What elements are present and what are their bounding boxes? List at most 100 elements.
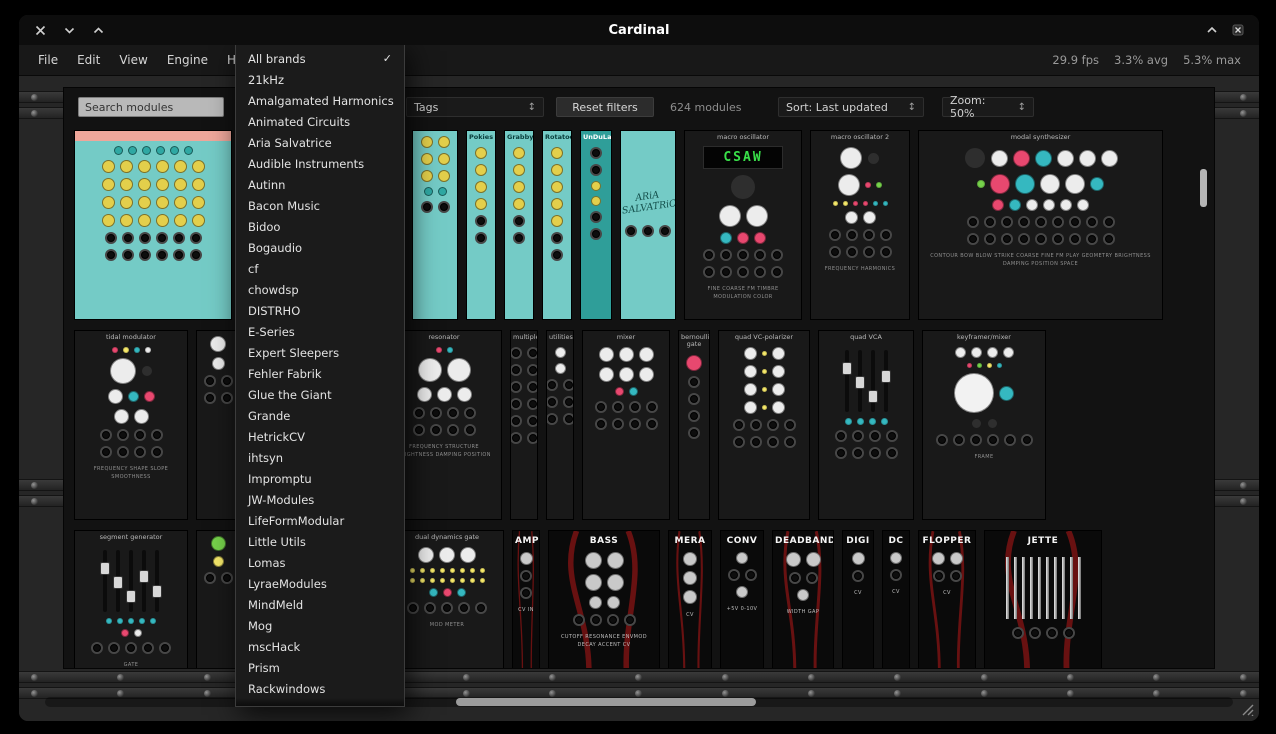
brand-menu-item[interactable]: All brands✓ [236, 48, 404, 69]
window-controls-left [33, 15, 105, 45]
jack-icon [553, 251, 561, 259]
brand-menu-item[interactable]: Autinn [236, 174, 404, 195]
brand-menu-item[interactable]: 21kHz [236, 69, 404, 90]
module-bernoulli-gate[interactable]: bernoulli gate [678, 330, 710, 520]
brand-menu-item[interactable]: Aria Salvatrice [236, 132, 404, 153]
chevron-up-icon[interactable] [91, 23, 105, 37]
screw-icon [1240, 498, 1247, 505]
module-grabby[interactable]: Grabby [504, 130, 534, 320]
brand-menu-item[interactable]: Glue the Giant [236, 384, 404, 405]
module-tidal-modulator[interactable]: tidal modulatorFREQUENCY SHAPE SLOPE SMO… [74, 330, 188, 520]
module-amp[interactable]: AMPCV IN [512, 530, 540, 668]
knob-icon [457, 387, 472, 402]
jack-icon [592, 213, 600, 221]
brand-menu-item[interactable]: Expert Sleepers [236, 342, 404, 363]
jack-icon [102, 431, 110, 439]
brand-menu-item[interactable]: Amalgamated Harmonics [236, 90, 404, 111]
control-row [513, 398, 535, 410]
menu-edit[interactable]: Edit [77, 53, 100, 67]
module-conv[interactable]: CONV+5V 0-10V [720, 530, 764, 668]
brand-menu-item[interactable]: Rackwindows [236, 678, 404, 699]
brand-menu-item[interactable]: LifeFormModular [236, 510, 404, 531]
brand-menu-item[interactable]: Grande [236, 405, 404, 426]
brand-menu-item[interactable]: Bacon Music [236, 195, 404, 216]
brand-menu-item[interactable]: JW-Modules [236, 489, 404, 510]
module-jette[interactable]: JETTE [984, 530, 1102, 668]
reset-filters-button[interactable]: Reset filters [556, 97, 654, 117]
brand-menu-item[interactable]: Lomas [236, 552, 404, 573]
brand-menu-item[interactable]: Prism [236, 657, 404, 678]
module-segment-generator[interactable]: segment generatorGATE [74, 530, 188, 668]
module-utilities[interactable]: utilities [546, 330, 574, 520]
sort-select[interactable]: Sort: Last updated ↕ [778, 97, 924, 117]
module-flopper[interactable]: FLOPPERCV [918, 530, 976, 668]
module-quad-vc-polarizer[interactable]: quad VC-polarizer [718, 330, 810, 520]
module-panel[interactable]: ARiA SALVATRiCE [620, 130, 676, 320]
control-row [775, 589, 831, 601]
module-panel[interactable] [74, 130, 232, 320]
led-icon [470, 568, 475, 573]
module-title: macro oscillator 2 [811, 131, 909, 142]
brand-menu-item[interactable]: cf [236, 258, 404, 279]
module-dc[interactable]: DCCV [882, 530, 910, 668]
search-input[interactable] [78, 97, 224, 117]
brand-menu-item[interactable]: DISTRHO [236, 300, 404, 321]
module-rotatoes[interactable]: Rotatoes [542, 130, 572, 320]
keep-above-icon[interactable] [1205, 23, 1219, 37]
menu-engine[interactable]: Engine [167, 53, 208, 67]
menu-file[interactable]: File [38, 53, 58, 67]
brand-menu-item[interactable]: Little Utils [236, 531, 404, 552]
brand-menu-item[interactable]: Bidoo [236, 216, 404, 237]
module-deadband[interactable]: DEADBANDWIDTH GAP [772, 530, 834, 668]
brand-menu-item[interactable]: LyraeModules [236, 573, 404, 594]
brand-menu-item[interactable]: Impromptu [236, 468, 404, 489]
module-modal-synthesizer[interactable]: modal synthesizerCONTOUR BOW BLOW STRIKE… [918, 130, 1163, 320]
jack-icon [565, 381, 573, 389]
resize-grip[interactable] [1238, 700, 1254, 716]
horizontal-scrollbar-thumb[interactable] [456, 698, 756, 706]
module-panel[interactable] [412, 130, 458, 320]
knob-icon [174, 178, 187, 191]
control-row [415, 201, 455, 213]
zoom-select[interactable]: Zoom: 50% ↕ [942, 97, 1034, 117]
horizontal-scrollbar-track[interactable] [45, 697, 1233, 707]
module-panel[interactable] [196, 330, 240, 520]
tags-filter-select[interactable]: Tags ↕ [406, 97, 544, 117]
brand-menu-item[interactable]: ihtsyn [236, 447, 404, 468]
screw-icon [549, 690, 556, 697]
knob-icon [950, 552, 963, 565]
module-dual-dynamics-gate[interactable]: dual dynamics gateMOD METER [390, 530, 504, 668]
module-bass[interactable]: BASSCUTOFF RESONANCE ENVMOD DECAY ACCENT… [548, 530, 660, 668]
brand-menu-item[interactable]: E-Series [236, 321, 404, 342]
module-digi[interactable]: DIGICV [842, 530, 874, 668]
brand-menu-item[interactable]: Mog [236, 615, 404, 636]
module-undular[interactable]: UnDuLaR [580, 130, 612, 320]
brand-menu-item[interactable]: Audible Instruments [236, 153, 404, 174]
brand-menu-item[interactable]: Animated Circuits [236, 111, 404, 132]
chevron-down-icon[interactable] [62, 23, 76, 37]
module-keyframer-mixer[interactable]: keyframer/mixerFRAME [922, 330, 1046, 520]
knob-icon [551, 198, 563, 210]
module-pokies[interactable]: Pokies [466, 130, 496, 320]
control-row [687, 205, 799, 227]
menu-view[interactable]: View [119, 53, 147, 67]
brand-menu-item[interactable]: Fehler Fabrik [236, 363, 404, 384]
module-mixer[interactable]: mixer [582, 330, 670, 520]
module-panel[interactable] [196, 530, 240, 668]
module-mera[interactable]: MERACV [668, 530, 712, 668]
close-button[interactable] [33, 23, 47, 37]
module-quad-vca[interactable]: quad VCA [818, 330, 914, 520]
brand-menu-item[interactable]: MindMeld [236, 594, 404, 615]
led-icon [762, 387, 767, 392]
brand-menu-item[interactable]: chowdsp [236, 279, 404, 300]
module-macro-oscillator[interactable]: macro oscillatorCSAWFINE COARSE FM TIMBR… [684, 130, 802, 320]
module-multiples[interactable]: multiples [510, 330, 538, 520]
brand-menu-item[interactable]: Bogaudio [236, 237, 404, 258]
close-window-button[interactable] [1231, 23, 1245, 37]
brand-menu-item[interactable]: HetrickCV [236, 426, 404, 447]
module-macro-oscillator-2[interactable]: macro oscillator 2FREQUENCY HARMONICS [810, 130, 910, 320]
jack-icon [888, 432, 896, 440]
brand-menu-item[interactable]: mscHack [236, 636, 404, 657]
jack-icon [409, 604, 417, 612]
vertical-scrollbar-thumb[interactable] [1200, 169, 1207, 207]
